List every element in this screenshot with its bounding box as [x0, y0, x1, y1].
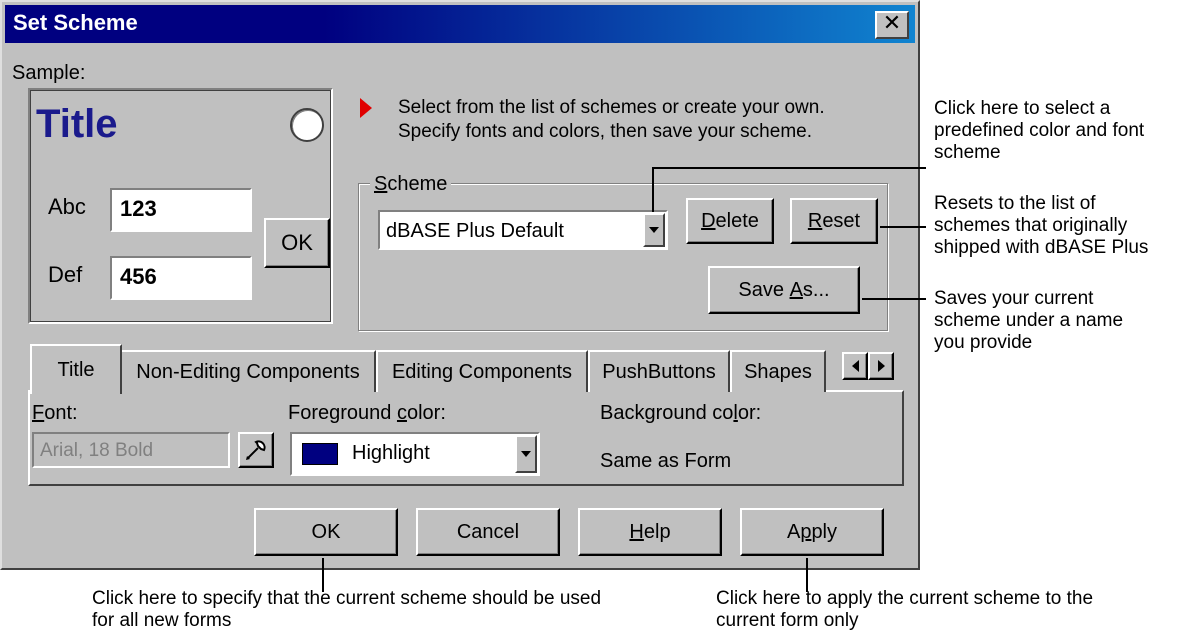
cancel-button[interactable]: Cancel	[416, 508, 560, 556]
arrow-right-icon	[877, 360, 885, 372]
foreground-color-value: Highlight	[352, 442, 430, 464]
tab-editing-components[interactable]: Editing Components	[376, 350, 588, 392]
callout-line-reset	[880, 226, 926, 228]
instructions-line2: Specify fonts and colors, then save your…	[398, 121, 812, 142]
sample-def-label: Def	[48, 262, 83, 287]
callout-apply: Click here to apply the current scheme t…	[716, 588, 1094, 631]
tab-pushbuttons[interactable]: PushButtons	[588, 350, 730, 392]
instructions-line1: Select from the list of schemes or creat…	[398, 97, 825, 118]
tab-scroll-right-button[interactable]	[868, 352, 894, 380]
reset-button[interactable]: Reset	[790, 198, 878, 244]
ok-button[interactable]: OK	[254, 508, 398, 556]
save-as-button[interactable]: Save As...	[708, 266, 860, 314]
scheme-select[interactable]: dBASE Plus Default	[378, 210, 668, 250]
window-title: Set Scheme	[13, 10, 138, 35]
callout-select: Click here to select a predefined color a…	[934, 98, 1145, 163]
font-field: Arial, 18 Bold	[32, 432, 230, 468]
callout-reset: Resets to the list of schemes that origin…	[934, 193, 1149, 258]
close-icon: ✕	[882, 11, 902, 36]
red-arrow-icon	[360, 98, 372, 118]
sample-abc-label: Abc	[48, 194, 86, 219]
tab-shapes[interactable]: Shapes	[730, 350, 826, 392]
foreground-color-select[interactable]: Highlight	[290, 432, 540, 476]
sample-ok-button: OK	[264, 218, 330, 268]
font-label: Font:	[32, 402, 78, 424]
chevron-down-icon[interactable]	[515, 435, 537, 473]
font-picker-button[interactable]	[238, 432, 274, 468]
close-button[interactable]: ✕	[875, 11, 909, 39]
scheme-group-label: Scheme	[370, 173, 452, 196]
sample-input-456: 456	[110, 256, 252, 300]
tab-title[interactable]: Title	[30, 344, 122, 394]
delete-button[interactable]: Delete	[686, 198, 774, 244]
background-color-value: Same as Form	[600, 450, 732, 472]
sample-radio-button	[290, 108, 324, 142]
callout-line-select-h	[652, 167, 926, 169]
callout-line-select	[652, 168, 654, 212]
chevron-down-icon[interactable]	[643, 213, 665, 247]
title-bar[interactable]: Set Scheme ✕	[5, 5, 915, 43]
help-button[interactable]: Help	[578, 508, 722, 556]
background-color-label: Background color:	[600, 402, 762, 424]
instructions: Select from the list of schemes or creat…	[398, 96, 825, 144]
callout-line-saveas	[862, 298, 926, 300]
tab-scroll-left-button[interactable]	[842, 352, 868, 380]
arrow-left-icon	[851, 360, 859, 372]
sample-input-123: 123	[110, 188, 252, 232]
callout-ok: Click here to specify that the current s…	[92, 588, 602, 631]
foreground-color-label: Foreground color:	[288, 402, 446, 424]
callout-line-apply	[806, 558, 808, 592]
sample-title-text: Title	[36, 102, 118, 146]
callout-line-ok	[322, 558, 324, 592]
tab-non-editing-components[interactable]: Non-Editing Components	[120, 350, 376, 392]
wrench-icon	[246, 440, 266, 460]
sample-label: Sample:	[12, 62, 86, 84]
color-swatch	[302, 443, 338, 465]
callout-saveas: Saves your current scheme under a name you…	[934, 288, 1124, 353]
apply-button[interactable]: Ap ply	[740, 508, 884, 556]
scheme-select-value: dBASE Plus Default	[386, 220, 564, 242]
